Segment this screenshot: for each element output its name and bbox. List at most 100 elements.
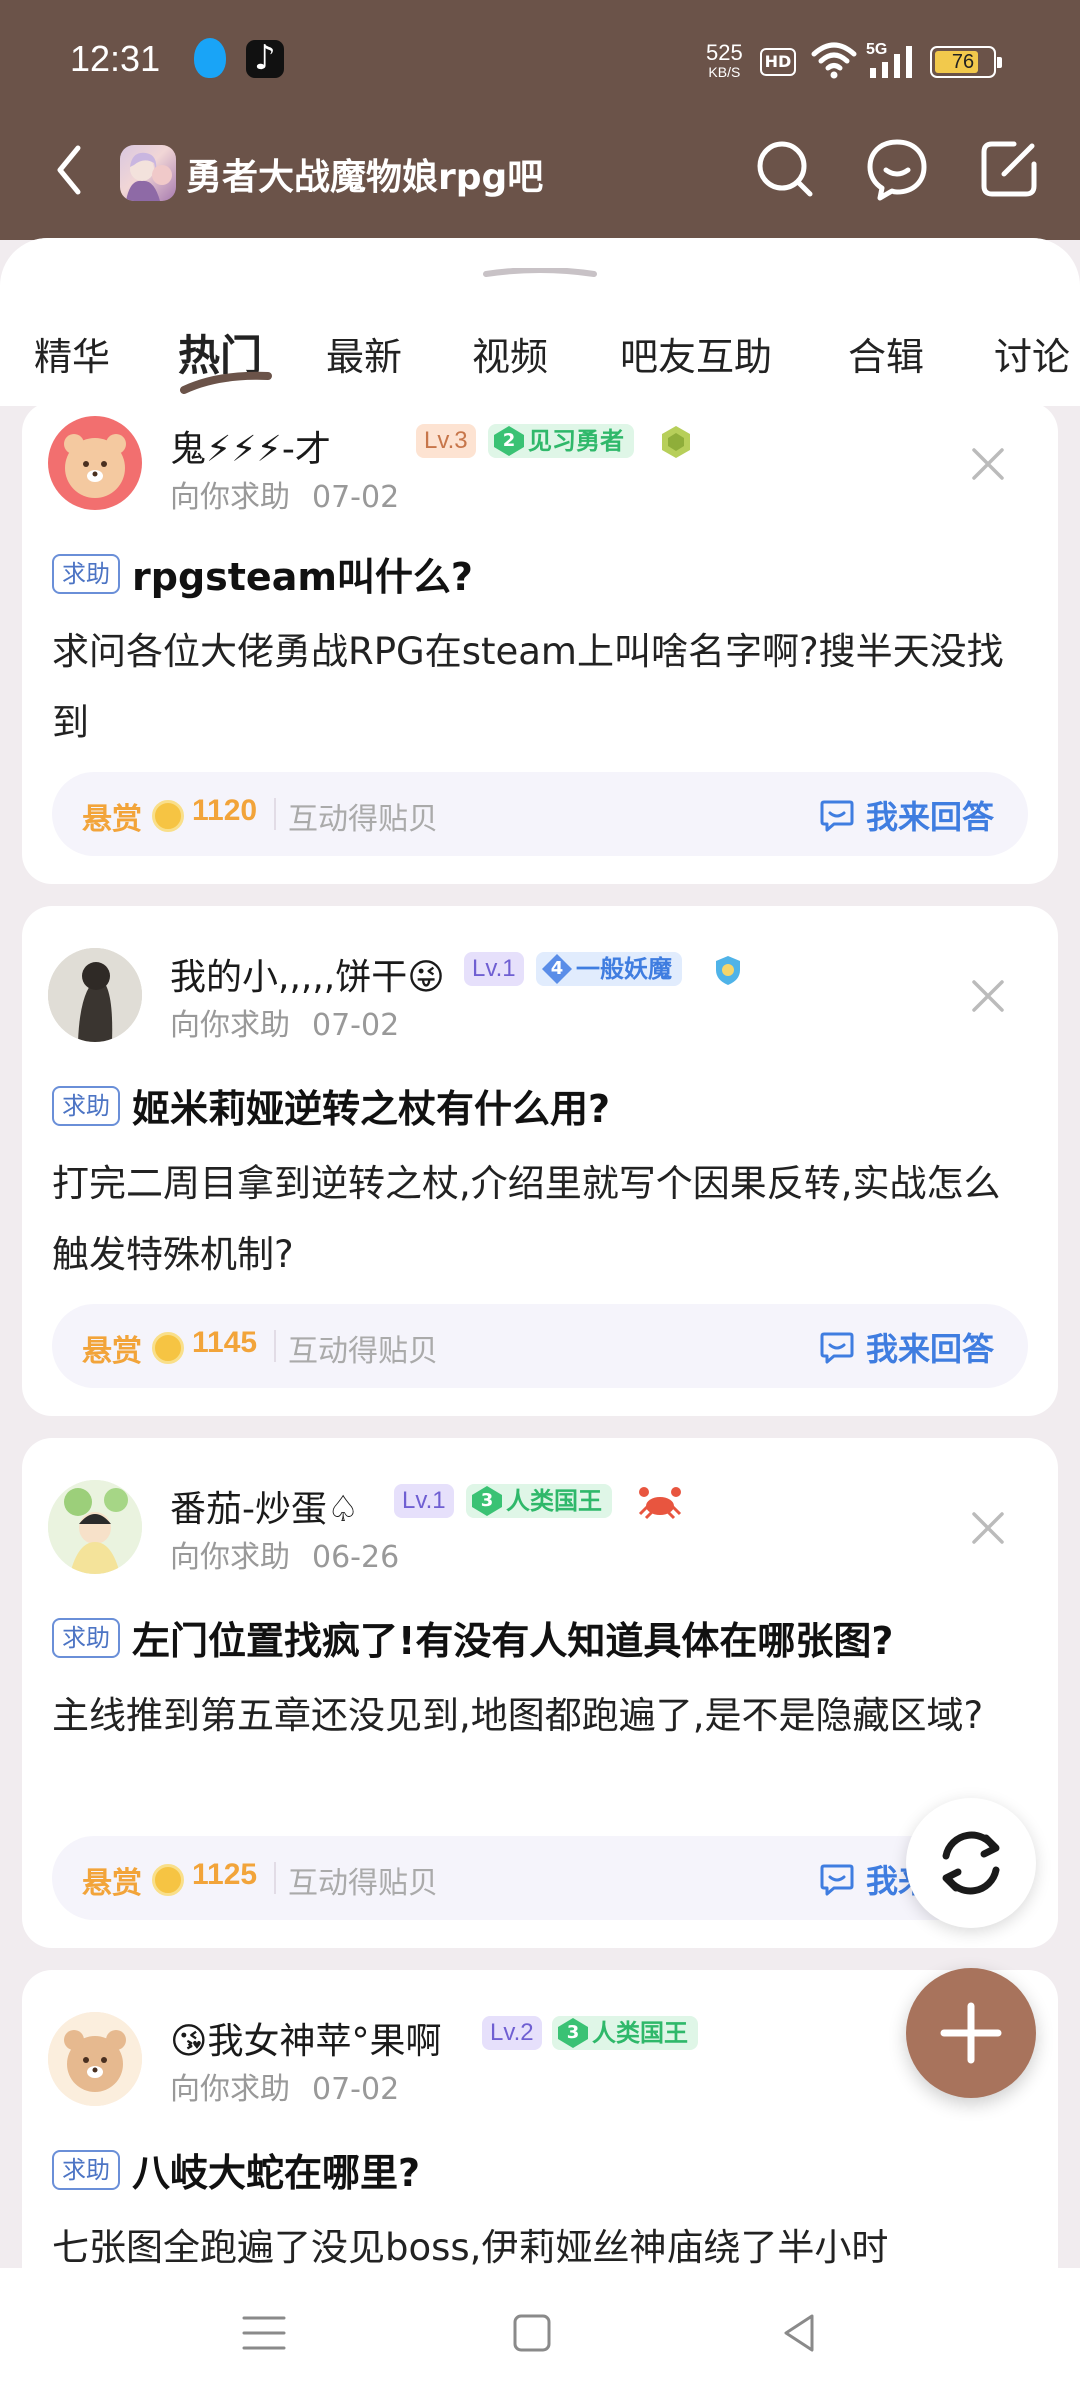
rank-label: 人类国王 xyxy=(592,2019,688,2047)
rank-badge: 3 人类国王 xyxy=(552,2016,698,2050)
post-category: 向你求助 xyxy=(170,2072,290,2107)
username[interactable]: 😘我女神苹°果啊 xyxy=(170,2012,442,2064)
refresh-icon xyxy=(942,1831,1000,1895)
username[interactable]: 番茄-炒蛋♤ xyxy=(170,1480,359,1532)
avatar[interactable] xyxy=(48,416,142,510)
tab-help[interactable]: 吧友互助 xyxy=(620,326,772,381)
post-card[interactable]: 鬼⚡⚡⚡-才 Lv.3 2 见习勇者 向你求助 07-02 求助 rpgsteam… xyxy=(22,402,1058,884)
tab-discussion[interactable]: 讨论 xyxy=(994,326,1070,381)
status-time: 12:31 xyxy=(70,38,161,79)
reward-label: 悬赏 xyxy=(82,1334,142,1369)
coin-icon xyxy=(152,1332,184,1364)
answer-icon xyxy=(820,1332,854,1364)
plus-icon xyxy=(940,2002,1002,2064)
message-icon[interactable] xyxy=(862,134,932,204)
forum-title[interactable]: 勇者大战魔物娘rpg吧 xyxy=(186,148,543,200)
reward-amount: 1125 xyxy=(192,1858,258,1891)
post-title[interactable]: rpgsteam叫什么? xyxy=(132,546,473,601)
reward-bar: 悬赏 1145 互动得贴贝 我来回答 xyxy=(52,1304,1028,1388)
answer-icon xyxy=(820,800,854,832)
tab-featured[interactable]: 精华 xyxy=(34,326,110,381)
rank-label: 见习勇者 xyxy=(528,427,624,455)
edit-icon[interactable] xyxy=(974,134,1044,204)
post-category: 向你求助 xyxy=(170,480,290,515)
status-bar: 12:31 525 KB/S HD 5G 76 xyxy=(0,0,1080,120)
close-icon[interactable] xyxy=(968,1508,1008,1548)
post-category: 向你求助 xyxy=(170,1008,290,1043)
tiktok-notification-icon xyxy=(246,38,284,78)
post-meta: 向你求助 06-26 xyxy=(170,1532,399,1576)
username[interactable]: 我的小,,,,,饼干😜 xyxy=(170,948,445,1000)
back-nav-icon[interactable] xyxy=(770,2308,830,2358)
post-meta: 向你求助 07-02 xyxy=(170,1000,399,1044)
rank-gem-icon: 4 xyxy=(542,954,572,984)
reward-amount: 1120 xyxy=(192,794,258,827)
close-icon[interactable] xyxy=(968,444,1008,484)
rank-badge: 4 一般妖魔 xyxy=(536,952,682,986)
search-icon[interactable] xyxy=(750,134,820,204)
drag-handle[interactable] xyxy=(482,268,598,278)
help-tag: 求助 xyxy=(52,554,120,594)
post-title[interactable]: 姬米莉娅逆转之杖有什么用? xyxy=(132,1078,610,1133)
rank-gem-icon: 3 xyxy=(472,1486,502,1516)
tab-video[interactable]: 视频 xyxy=(472,326,548,381)
post-meta: 向你求助 07-02 xyxy=(170,2064,399,2108)
username[interactable]: 鬼⚡⚡⚡-才 xyxy=(170,420,331,472)
reward-note: 互动得贴贝 xyxy=(288,802,438,837)
help-tag: 求助 xyxy=(52,1618,120,1658)
avatar[interactable] xyxy=(48,1480,142,1574)
post-body[interactable]: 求问各位大佬勇战RPG在steam上叫啥名字啊?搜半天没找到 xyxy=(52,616,1032,758)
answer-icon xyxy=(820,1864,854,1896)
hexagon-medal-icon xyxy=(662,426,690,458)
close-icon[interactable] xyxy=(968,976,1008,1016)
post-date: 06-26 xyxy=(312,1540,400,1575)
wifi-icon xyxy=(811,42,857,79)
post-body[interactable]: 主线推到第五章还没见到,地图都跑遍了,是不是隐藏区域? xyxy=(52,1680,1032,1751)
signal-icon: 5G xyxy=(866,41,912,78)
post-body[interactable]: 打完二周目拿到逆转之杖,介绍里就写个因果反转,实战怎么触发特殊机制? xyxy=(52,1148,1032,1290)
reward-label: 悬赏 xyxy=(82,1866,142,1901)
avatar[interactable] xyxy=(48,948,142,1042)
reward-amount: 1145 xyxy=(192,1326,258,1359)
coin-icon xyxy=(152,800,184,832)
rank-gem-icon: 3 xyxy=(558,2018,588,2048)
level-badge: Lv.2 xyxy=(482,2016,542,2050)
qq-notification-icon xyxy=(194,38,226,78)
refresh-button[interactable] xyxy=(906,1798,1036,1928)
coin-icon xyxy=(152,1864,184,1896)
divider xyxy=(274,1330,276,1362)
answer-button[interactable]: 我来回答 xyxy=(818,792,998,836)
back-button[interactable] xyxy=(50,140,90,200)
tab-active-indicator xyxy=(180,371,272,394)
post-meta: 向你求助 07-02 xyxy=(170,472,399,516)
reward-note: 互动得贴贝 xyxy=(288,1866,438,1901)
menu-icon[interactable] xyxy=(234,2308,294,2358)
help-tag: 求助 xyxy=(52,2150,120,2190)
home-icon[interactable] xyxy=(502,2308,562,2358)
answer-button[interactable]: 我来回答 xyxy=(818,1324,998,1368)
forum-avatar[interactable] xyxy=(120,145,176,201)
battery-level: 76 xyxy=(951,51,975,73)
system-nav-bar xyxy=(0,2268,1080,2400)
reward-label: 悬赏 xyxy=(82,802,142,837)
svg-text:5G: 5G xyxy=(866,41,887,58)
top-bar: 12:31 525 KB/S HD 5G 76 勇者大战魔物娘 xyxy=(0,0,1080,240)
create-post-button[interactable] xyxy=(906,1968,1036,2098)
answer-label: 我来回答 xyxy=(866,1330,995,1368)
tab-collection[interactable]: 合辑 xyxy=(848,326,924,381)
rank-label: 一般妖魔 xyxy=(576,955,672,983)
hd-icon: HD xyxy=(760,48,796,76)
post-title[interactable]: 左门位置找疯了!有没有人知道具体在哪张图? xyxy=(132,1610,893,1665)
divider xyxy=(274,798,276,830)
reward-bar: 悬赏 1125 互动得贴贝 我来回答 xyxy=(52,1836,1028,1920)
network-speed: 525 KB/S xyxy=(706,42,743,81)
post-card[interactable]: 我的小,,,,,饼干😜 Lv.1 4 一般妖魔 向你求助 07-02 求助 姬米莉… xyxy=(22,906,1058,1416)
level-badge: Lv.3 xyxy=(416,424,476,458)
shield-medal-icon xyxy=(716,956,740,985)
post-title[interactable]: 八岐大蛇在哪里? xyxy=(132,2142,420,2197)
avatar[interactable] xyxy=(48,2012,142,2106)
answer-label: 我来回答 xyxy=(866,798,995,836)
post-card[interactable]: 番茄-炒蛋♤ Lv.1 3 人类国王 向你求助 06-26 求助 左门位置找疯了!… xyxy=(22,1438,1058,1948)
tab-latest[interactable]: 最新 xyxy=(326,326,402,381)
reward-note: 互动得贴贝 xyxy=(288,1334,438,1369)
